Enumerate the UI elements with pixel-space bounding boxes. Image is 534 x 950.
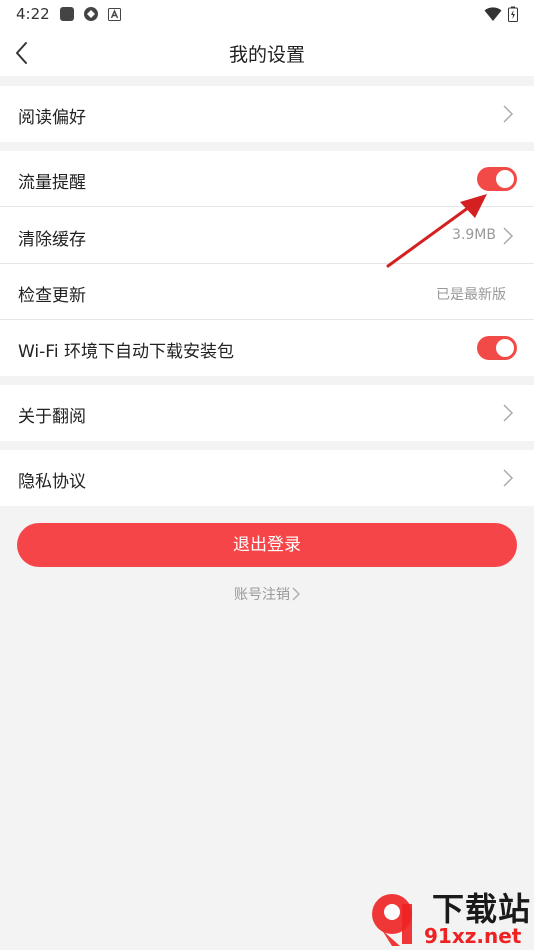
battery-icon [508, 6, 518, 22]
wifi-auto-download-row: Wi-Fi 环境下自动下载安装包 [0, 320, 534, 376]
account-cancel-label: 账号注销 [234, 587, 290, 603]
watermark-url: 91xz.net [424, 924, 522, 948]
reading-preference-row[interactable]: 阅读偏好 [0, 86, 534, 142]
data-reminder-label: 流量提醒 [18, 173, 86, 193]
chevron-right-icon [503, 469, 514, 487]
about-label: 关于翻阅 [18, 407, 86, 427]
update-status-value: 已是最新版 [436, 287, 506, 303]
wifi-auto-download-toggle[interactable] [477, 336, 517, 360]
logout-button[interactable]: 退出登录 [17, 523, 517, 567]
text-a-icon [108, 8, 121, 21]
about-row[interactable]: 关于翻阅 [0, 385, 534, 441]
status-time: 4:22 [16, 5, 50, 23]
site-logo-icon [372, 894, 412, 946]
privacy-label: 隐私协议 [18, 472, 86, 492]
status-bar: 4:22 [0, 0, 534, 30]
app-notification-icon [60, 7, 74, 21]
check-update-label: 检查更新 [18, 286, 86, 306]
wifi-auto-download-label: Wi-Fi 环境下自动下载安装包 [18, 342, 234, 362]
app-header: 我的设置 [0, 30, 534, 76]
privacy-row[interactable]: 隐私协议 [0, 450, 534, 506]
chevron-right-icon [503, 105, 514, 123]
chevron-right-icon [503, 404, 514, 422]
annotation-arrow-icon [386, 194, 487, 268]
wifi-icon [484, 7, 502, 21]
account-cancel-link[interactable]: 账号注销 [0, 584, 534, 604]
toggle-knob [496, 339, 514, 357]
sync-icon [84, 7, 98, 21]
chevron-right-icon [292, 587, 300, 601]
page-title: 我的设置 [228, 44, 305, 66]
watermark: 下载站 91xz.net [362, 884, 534, 950]
clear-cache-label: 清除缓存 [18, 230, 86, 250]
chevron-right-icon [503, 227, 514, 245]
toggle-knob [496, 170, 514, 188]
reading-preference-label: 阅读偏好 [18, 108, 86, 128]
